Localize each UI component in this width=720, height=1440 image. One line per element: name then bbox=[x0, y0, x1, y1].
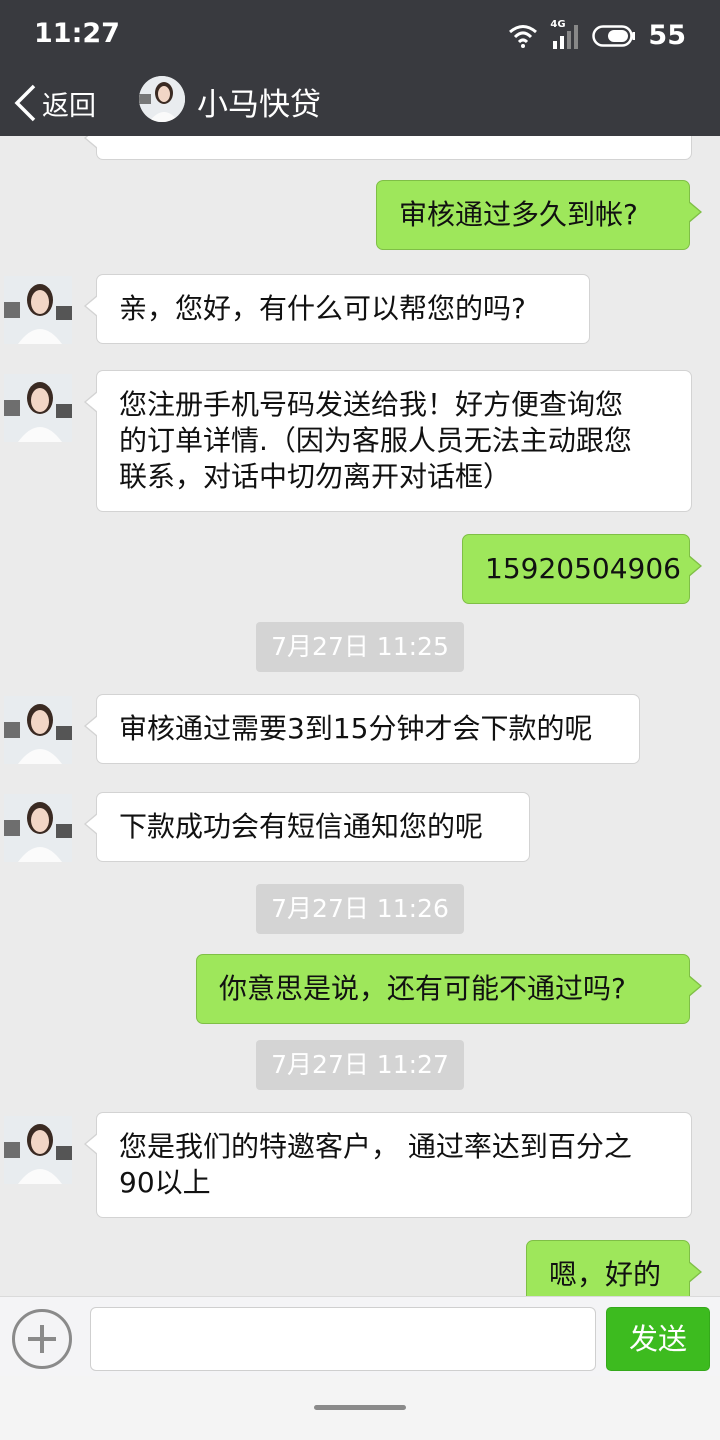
send-button[interactable]: 发送 bbox=[606, 1307, 710, 1371]
timestamp: 7月27日 11:26 bbox=[256, 884, 464, 934]
message-text: 你意思是说，还有可能不通过吗? bbox=[219, 972, 626, 1005]
message-text-line: 联系，对话中切勿离开对话框） bbox=[119, 460, 512, 493]
agent-avatar[interactable] bbox=[4, 696, 72, 764]
agent-avatar[interactable] bbox=[4, 1116, 72, 1184]
chat-area[interactable]: 审核通过多久到帐? 亲，您好，有什么可以帮您的吗? 您注册手机号码发送给我！好方… bbox=[0, 136, 720, 1296]
chat-title: 小马快贷 bbox=[197, 87, 321, 123]
message-text-line: 您是我们的特邀客户， 通过率达到百分之 bbox=[119, 1130, 632, 1163]
message-text: 嗯，好的 bbox=[549, 1258, 662, 1291]
system-nav-bar bbox=[0, 1376, 720, 1440]
agent-avatar[interactable] bbox=[4, 276, 72, 344]
message-text-line: 90以上 bbox=[119, 1166, 211, 1199]
message-text-line: 您注册手机号码发送给我！好方便查询您 bbox=[119, 388, 624, 421]
message-bubble-agent: 您注册手机号码发送给我！好方便查询您 的订单详情.（因为客服人员无法主动跟您 联… bbox=[84, 370, 692, 512]
battery-icon bbox=[592, 24, 636, 47]
agent-avatar[interactable] bbox=[4, 794, 72, 862]
message-bubble-agent: 审核通过需要3到15分钟才会下款的呢 bbox=[84, 694, 640, 764]
agent-avatar-image bbox=[4, 696, 72, 764]
message-text: 下款成功会有短信通知您的呢 bbox=[119, 810, 484, 843]
message-text: 亲，您好，有什么可以帮您的吗? bbox=[119, 292, 526, 325]
battery-level: 55 bbox=[648, 20, 686, 51]
agent-avatar-image bbox=[4, 276, 72, 344]
back-button[interactable]: 返回 bbox=[12, 78, 96, 128]
signal-icon: 4G bbox=[550, 19, 580, 49]
message-bubble-agent: 您是我们的特邀客户， 通过率达到百分之 90以上 bbox=[84, 1112, 692, 1218]
message-text-line: 的订单详情.（因为客服人员无法主动跟您 bbox=[119, 424, 632, 457]
input-bar: 发送 bbox=[0, 1296, 720, 1377]
message-input[interactable] bbox=[90, 1307, 596, 1371]
wifi-icon bbox=[509, 24, 538, 48]
message-text: 审核通过需要3到15分钟才会下款的呢 bbox=[119, 712, 593, 745]
message-bubble-agent: 下款成功会有短信通知您的呢 bbox=[84, 792, 530, 862]
agent-avatar-image bbox=[4, 374, 72, 442]
message-bubble-agent: 亲，您好，有什么可以帮您的吗? bbox=[84, 274, 590, 344]
message-text: 15920504906 bbox=[485, 552, 681, 585]
chevron-left-icon bbox=[14, 84, 36, 122]
status-time: 11:27 bbox=[34, 18, 120, 49]
message-bubble-self: 嗯，好的 bbox=[526, 1240, 702, 1296]
status-bar: 11:27 4G 55 bbox=[0, 0, 720, 72]
contact-avatar[interactable] bbox=[139, 76, 185, 122]
timestamp: 7月27日 11:25 bbox=[256, 622, 464, 672]
agent-avatar-image bbox=[139, 76, 185, 122]
message-text: 审核通过多久到帐? bbox=[399, 198, 638, 231]
status-icons: 4G 55 bbox=[508, 19, 686, 51]
home-indicator[interactable] bbox=[314, 1405, 406, 1410]
agent-avatar-image bbox=[4, 1116, 72, 1184]
message-bubble-self: 审核通过多久到帐? bbox=[376, 180, 702, 250]
message-bubble-self: 15920504906 bbox=[462, 534, 702, 604]
agent-avatar-image bbox=[4, 794, 72, 862]
back-label: 返回 bbox=[42, 90, 96, 122]
message-bubble-partial bbox=[84, 136, 692, 160]
add-attachment-button[interactable] bbox=[12, 1309, 72, 1369]
message-bubble-self: 你意思是说，还有可能不通过吗? bbox=[196, 954, 702, 1024]
chat-header: 返回 小马快贷 bbox=[0, 72, 720, 136]
agent-avatar[interactable] bbox=[4, 374, 72, 442]
timestamp: 7月27日 11:27 bbox=[256, 1040, 464, 1090]
